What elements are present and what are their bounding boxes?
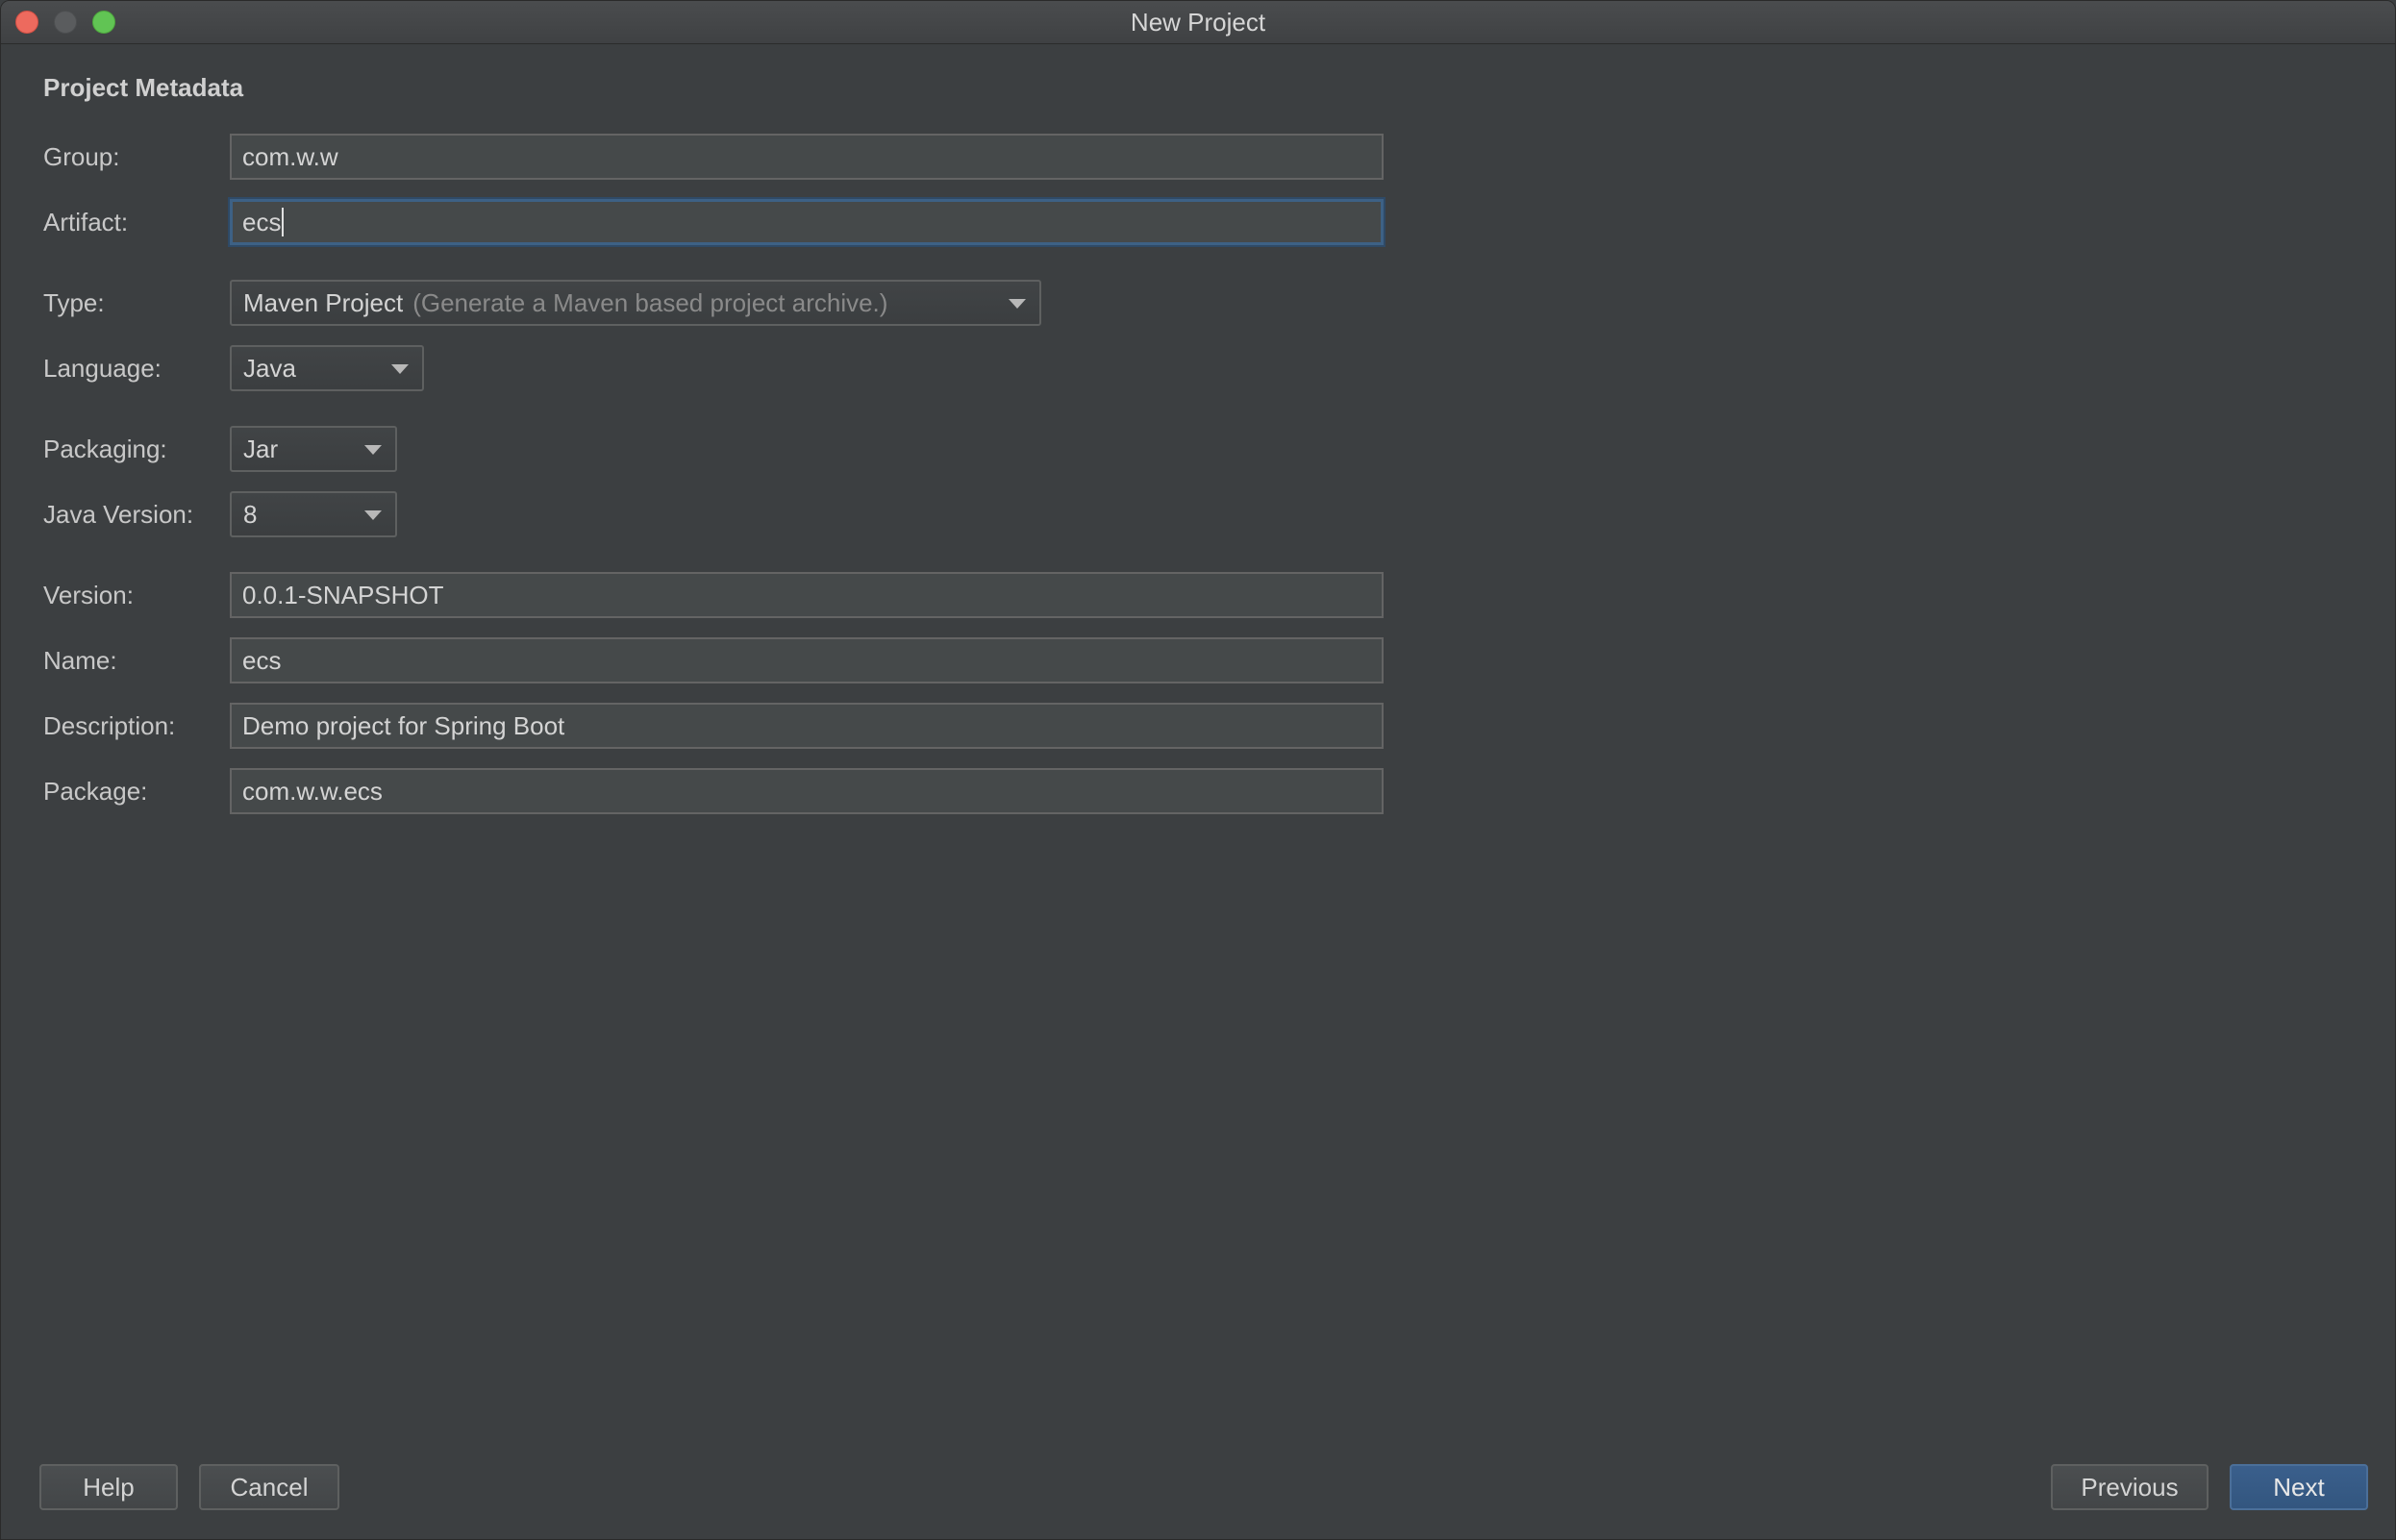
chevron-down-icon xyxy=(364,445,382,455)
artifact-input[interactable]: ecs xyxy=(230,199,1384,245)
packaging-select-value: Jar xyxy=(243,435,279,463)
language-label: Language: xyxy=(43,354,162,383)
chevron-down-icon xyxy=(391,364,409,374)
title-bar[interactable]: New Project xyxy=(1,1,2395,44)
packaging-label: Packaging: xyxy=(43,435,167,463)
packaging-select[interactable]: Jar xyxy=(230,426,397,472)
help-button[interactable]: Help xyxy=(39,1464,178,1510)
description-label: Description: xyxy=(43,711,176,740)
artifact-label: Artifact: xyxy=(43,208,129,236)
name-label: Name: xyxy=(43,646,117,675)
group-input[interactable]: com.w.w xyxy=(230,134,1384,180)
package-input[interactable]: com.w.w.ecs xyxy=(230,768,1384,814)
language-select-value: Java xyxy=(243,354,296,383)
artifact-input-value: ecs xyxy=(242,208,282,236)
cancel-button[interactable]: Cancel xyxy=(199,1464,339,1510)
window-title: New Project xyxy=(1130,8,1266,37)
chevron-down-icon xyxy=(364,510,382,520)
version-input[interactable]: 0.0.1-SNAPSHOT xyxy=(230,572,1384,618)
description-input[interactable]: Demo project for Spring Boot xyxy=(230,703,1384,749)
chevron-down-icon xyxy=(1009,299,1026,309)
package-label: Package: xyxy=(43,777,148,806)
new-project-dialog: New Project Project Metadata Group: com.… xyxy=(0,0,2396,1540)
text-caret xyxy=(282,208,285,237)
language-select[interactable]: Java xyxy=(230,345,424,391)
type-label: Type: xyxy=(43,288,105,317)
type-select-hint: (Generate a Maven based project archive.… xyxy=(412,288,888,317)
java-version-select-value: 8 xyxy=(243,500,258,529)
java-version-label: Java Version: xyxy=(43,500,194,529)
next-button[interactable]: Next xyxy=(2230,1464,2368,1510)
java-version-select[interactable]: 8 xyxy=(230,491,397,537)
type-select-value: Maven Project xyxy=(243,288,404,317)
previous-button[interactable]: Previous xyxy=(2051,1464,2209,1510)
section-title: Project Metadata xyxy=(43,73,244,102)
name-input[interactable]: ecs xyxy=(230,637,1384,683)
version-label: Version: xyxy=(43,581,134,609)
group-label: Group: xyxy=(43,142,120,171)
type-select[interactable]: Maven Project (Generate a Maven based pro… xyxy=(230,280,1041,326)
